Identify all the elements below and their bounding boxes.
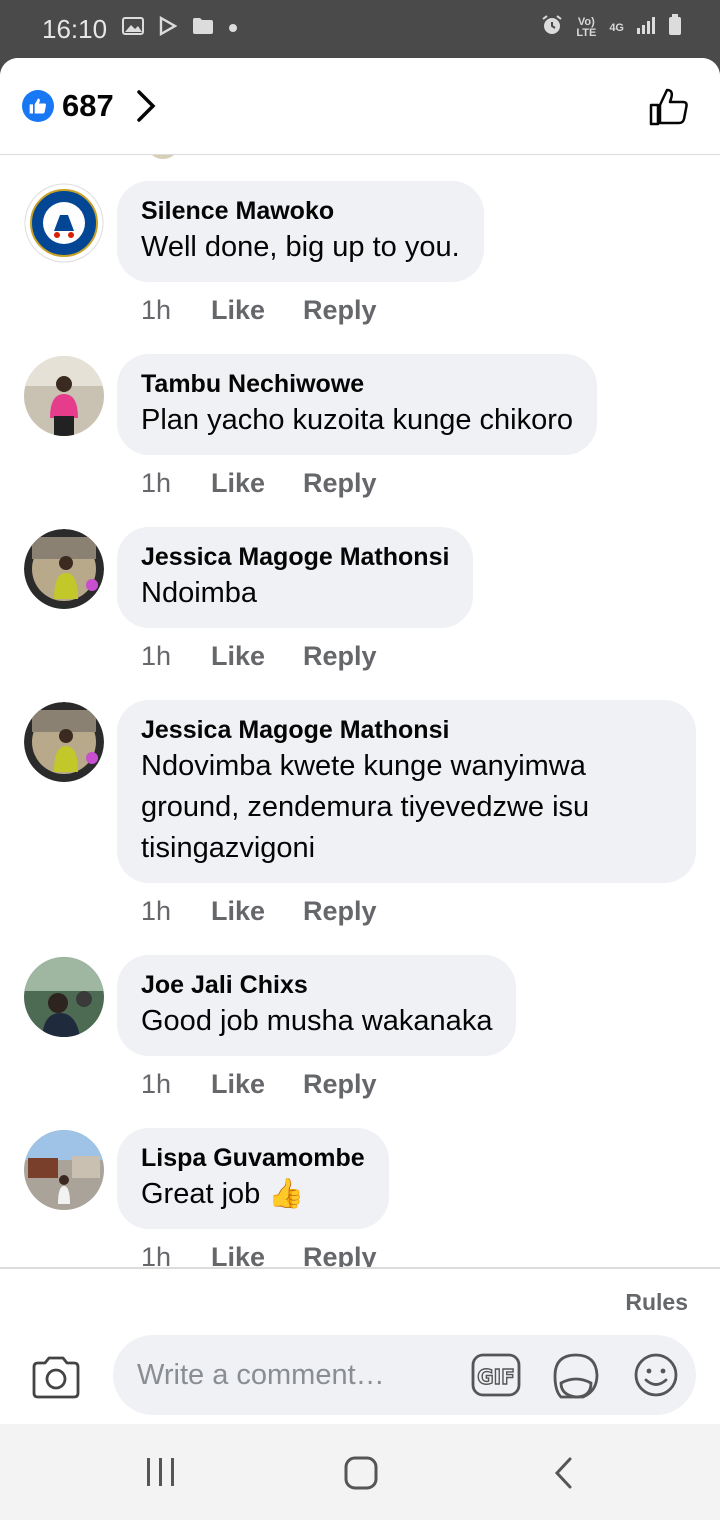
comment-text: Well done, big up to you.	[141, 231, 460, 263]
avatar[interactable]	[24, 1130, 104, 1210]
comment-time: 1h	[141, 295, 172, 325]
comment-bubble[interactable]: Joe Jali Chixs Good job musha wakanaka	[117, 955, 517, 1056]
rules-link[interactable]: Rules	[625, 1289, 688, 1316]
comment-composer: Rules GIF	[0, 1267, 720, 1424]
avatar[interactable]	[24, 529, 104, 609]
volte-icon: Vo) LTE	[576, 15, 597, 39]
4g-icon: 4G	[609, 21, 624, 34]
like-link[interactable]: Like	[211, 295, 303, 326]
reply-link[interactable]: Reply	[303, 1069, 377, 1100]
signal-icon	[636, 16, 656, 39]
status-time: 16:10	[42, 14, 108, 44]
comment-author[interactable]: Tambu Nechiwowe	[141, 368, 573, 400]
battery-icon	[668, 14, 682, 41]
reply-link[interactable]: Reply	[303, 295, 377, 326]
comment-time: 1h	[141, 641, 172, 671]
comment-author[interactable]: Jessica Magoge Mathonsi	[141, 541, 449, 573]
dot-icon	[228, 20, 238, 38]
comment-author[interactable]: Lispa Guvamombe	[141, 1142, 365, 1174]
like-link[interactable]: Like	[211, 641, 303, 672]
comment-author[interactable]: Joe Jali Chixs	[141, 969, 492, 1001]
avatar[interactable]	[24, 702, 104, 782]
alarm-icon	[541, 14, 563, 41]
comment-input[interactable]	[113, 1335, 696, 1415]
reply-link[interactable]: Reply	[303, 896, 377, 927]
gif-label: GIF	[477, 1365, 515, 1389]
reply-link[interactable]: Reply	[303, 641, 377, 672]
reaction-count[interactable]: 687	[62, 88, 114, 124]
avatar[interactable]	[24, 183, 104, 263]
chevron-right-icon[interactable]	[134, 88, 158, 129]
gif-icon[interactable]: GIF	[470, 1351, 522, 1404]
comment-text: Great job 👍	[141, 1178, 305, 1210]
like-button-icon[interactable]	[648, 86, 690, 133]
comment-bubble[interactable]: Tambu Nechiwowe Plan yacho kuzoita kunge…	[117, 354, 598, 455]
comment-bubble[interactable]: Lispa Guvamombe Great job 👍	[117, 1128, 389, 1229]
folder-icon	[192, 17, 214, 40]
comment-time: 1h	[141, 468, 172, 498]
image-icon	[122, 17, 144, 40]
status-bar: 16:10 Vo) LTE 4G	[0, 0, 720, 60]
avatar[interactable]	[24, 957, 104, 1037]
system-nav-bar	[0, 1424, 720, 1520]
play-store-icon	[158, 15, 178, 41]
comment-author[interactable]: Silence Mawoko	[141, 195, 460, 227]
reply-link[interactable]: Reply	[303, 468, 377, 499]
comment-author[interactable]: Jessica Magoge Mathonsi	[141, 714, 672, 746]
like-link[interactable]: Like	[211, 1069, 303, 1100]
comment-text: Good job musha wakanaka	[141, 1005, 493, 1037]
comment-text: Ndoimba	[141, 577, 258, 609]
recent-apps-icon[interactable]	[144, 1456, 178, 1493]
like-reaction-icon	[22, 90, 54, 122]
avatar	[146, 155, 180, 159]
comment-bubble[interactable]: Jessica Magoge Mathonsi Ndovimba kwete k…	[117, 700, 696, 883]
comment-time: 1h	[141, 896, 172, 926]
reactions-header: 687	[0, 58, 720, 155]
comments-list[interactable]: Silence Mawoko Well done, big up to you.…	[0, 155, 720, 1325]
comment-text: Plan yacho kuzoita kunge chikoro	[141, 404, 574, 436]
comment-time: 1h	[141, 1069, 172, 1099]
sticker-icon[interactable]	[551, 1351, 601, 1406]
back-icon[interactable]	[552, 1456, 576, 1495]
home-icon[interactable]	[344, 1456, 378, 1495]
comments-sheet: 687 Silence Mawoko Well done, big up to …	[0, 58, 720, 1424]
emoji-icon[interactable]	[632, 1351, 680, 1404]
comment-bubble[interactable]: Jessica Magoge Mathonsi Ndoimba	[117, 527, 474, 628]
like-link[interactable]: Like	[211, 896, 303, 927]
avatar[interactable]	[24, 356, 104, 436]
comment-bubble[interactable]: Silence Mawoko Well done, big up to you.	[117, 181, 484, 282]
comment-text: Ndovimba kwete kunge wanyimwa ground, ze…	[141, 750, 590, 864]
like-link[interactable]: Like	[211, 468, 303, 499]
camera-icon[interactable]	[30, 1355, 82, 1404]
